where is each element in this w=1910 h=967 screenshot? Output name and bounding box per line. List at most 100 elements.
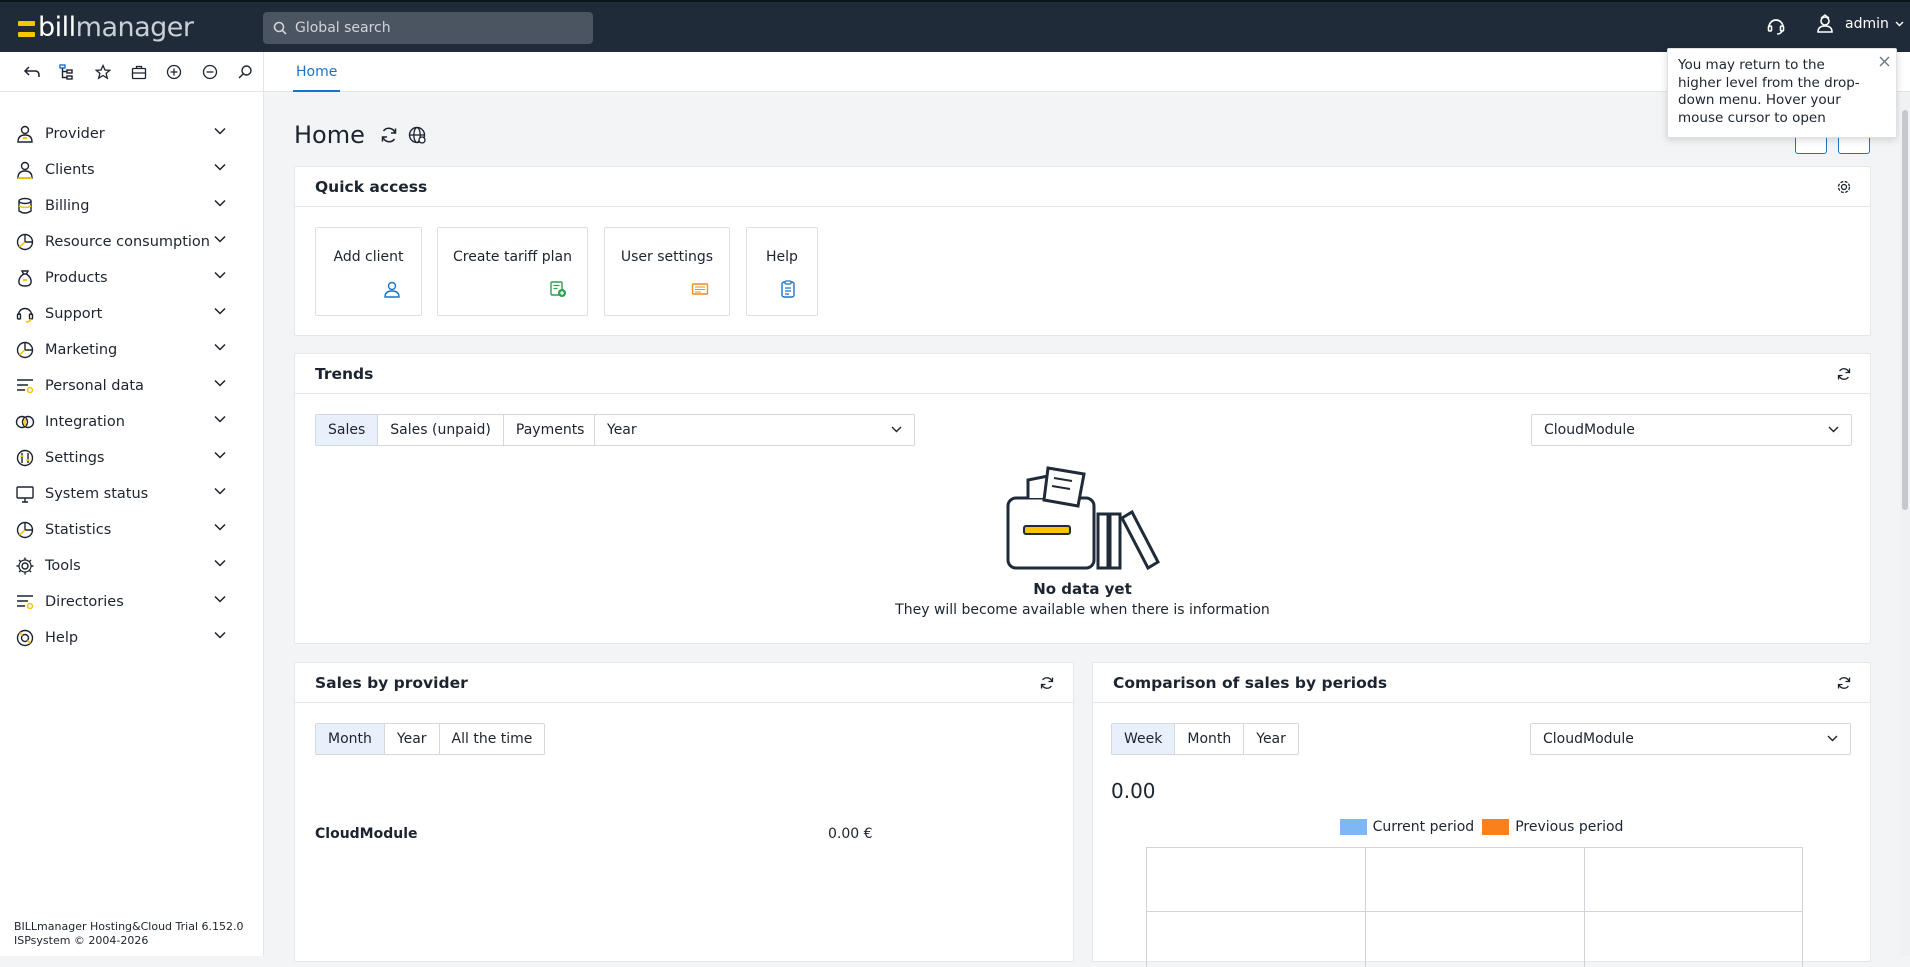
comparison-panel: Comparison of sales by periods Week Mont… bbox=[1092, 662, 1871, 967]
briefcase-icon bbox=[131, 65, 146, 79]
sidebar-item-statistics[interactable]: Statistics bbox=[0, 512, 264, 548]
sidebar-item-system-status[interactable]: System status bbox=[0, 476, 264, 512]
sidebar-item-directories[interactable]: Directories bbox=[0, 584, 264, 620]
sidebar-item-personal-data[interactable]: Personal data bbox=[0, 368, 264, 404]
back-button[interactable] bbox=[14, 57, 50, 87]
user-menu[interactable]: admin bbox=[1815, 14, 1904, 34]
sidebar-item-marketing[interactable]: Marketing bbox=[0, 332, 264, 368]
sidebar-item-label: Personal data bbox=[45, 378, 144, 394]
panel-header: Sales by provider bbox=[295, 663, 1073, 703]
segment-year[interactable]: Year bbox=[385, 724, 440, 754]
segment-month[interactable]: Month bbox=[1175, 724, 1245, 754]
sidebar-item-label: Resource consumption bbox=[45, 234, 210, 250]
sidebar-toolbar bbox=[0, 52, 264, 92]
sidebar-item-provider[interactable]: Provider bbox=[0, 116, 264, 152]
chevron-down-icon bbox=[214, 595, 226, 603]
tab-home[interactable]: Home bbox=[293, 52, 341, 92]
support-headset-icon[interactable] bbox=[1766, 16, 1786, 40]
page-scrollbar[interactable] bbox=[1900, 92, 1910, 956]
provider-icon bbox=[14, 123, 36, 145]
grid-line bbox=[1147, 911, 1802, 912]
close-icon[interactable] bbox=[1879, 55, 1890, 73]
period-select[interactable]: Year bbox=[594, 414, 915, 446]
legend-current-period[interactable]: Current period bbox=[1339, 819, 1474, 835]
sidebar-item-label: Settings bbox=[45, 450, 105, 466]
plus-circle-icon bbox=[166, 64, 182, 79]
sidebar-item-help[interactable]: Help bbox=[0, 620, 264, 656]
favorites-button[interactable] bbox=[85, 57, 121, 87]
legend-previous-period[interactable]: Previous period bbox=[1482, 819, 1623, 835]
trends-type-selector: Sales Sales (unpaid) Payments bbox=[315, 414, 598, 446]
module-select[interactable]: CloudModule bbox=[1531, 414, 1852, 446]
top-bar: billmanager admin bbox=[0, 0, 1910, 52]
global-search-input[interactable] bbox=[295, 20, 575, 36]
select-value: CloudModule bbox=[1544, 422, 1635, 438]
sidebar: Provider Clients Billing Resource consum… bbox=[0, 92, 264, 956]
quick-access-user-settings[interactable]: User settings bbox=[604, 227, 730, 316]
global-search[interactable] bbox=[263, 12, 593, 44]
help-doc-icon bbox=[779, 280, 797, 302]
sidebar-item-billing[interactable]: Billing bbox=[0, 188, 264, 224]
expand-all-button[interactable] bbox=[156, 57, 192, 87]
chevron-down-icon bbox=[214, 271, 226, 279]
legend-swatch bbox=[1339, 819, 1367, 835]
segment-sales[interactable]: Sales bbox=[316, 415, 379, 445]
sidebar-item-label: Statistics bbox=[45, 522, 112, 538]
sidebar-item-label: Support bbox=[45, 306, 103, 322]
quick-access-create-tariff-plan[interactable]: Create tariff plan bbox=[437, 227, 588, 316]
chevron-down-icon bbox=[1827, 735, 1838, 742]
search-icon bbox=[273, 21, 287, 35]
sidebar-item-support[interactable]: Support bbox=[0, 296, 264, 332]
menu-search-button[interactable] bbox=[227, 57, 263, 87]
sidebar-item-resource-consumption[interactable]: Resource consumption bbox=[0, 224, 264, 260]
refresh-icon[interactable] bbox=[1836, 675, 1852, 695]
quick-access-panel: Quick access Add client Create tariff pl… bbox=[294, 166, 1871, 336]
sliders-icon bbox=[14, 447, 36, 469]
globe-settings-icon[interactable] bbox=[407, 125, 427, 145]
sidebar-item-clients[interactable]: Clients bbox=[0, 152, 264, 188]
chevron-down-icon bbox=[214, 163, 226, 171]
chevron-down-icon bbox=[214, 631, 226, 639]
sidebar-item-settings[interactable]: Settings bbox=[0, 440, 264, 476]
sidebar-item-products[interactable]: Products bbox=[0, 260, 264, 296]
tree-view-button[interactable] bbox=[50, 57, 86, 87]
segment-payments[interactable]: Payments bbox=[504, 415, 597, 445]
star-icon bbox=[94, 63, 111, 80]
sidebar-item-label: Tools bbox=[45, 558, 81, 574]
segment-sales-unpaid[interactable]: Sales (unpaid) bbox=[378, 415, 504, 445]
app-logo[interactable]: billmanager bbox=[18, 12, 194, 43]
list-icon bbox=[14, 591, 36, 613]
empty-subtitle: They will become available when there is… bbox=[895, 602, 1270, 618]
quick-access-add-client[interactable]: Add client bbox=[315, 227, 422, 316]
scrollbar-thumb[interactable] bbox=[1902, 110, 1908, 510]
sidebar-item-tools[interactable]: Tools bbox=[0, 548, 264, 584]
refresh-icon[interactable] bbox=[1039, 675, 1055, 695]
sidebar-item-label: Clients bbox=[45, 162, 95, 178]
collapse-all-button[interactable] bbox=[192, 57, 228, 87]
quick-access-help[interactable]: Help bbox=[746, 227, 818, 316]
sidebar-footer: BILLmanager Hosting&Cloud Trial 6.152.0 … bbox=[14, 920, 244, 948]
tab-bar: Home bbox=[264, 52, 1910, 92]
refresh-icon[interactable] bbox=[379, 125, 399, 145]
sidebar-item-label: Marketing bbox=[45, 342, 118, 358]
cart-button[interactable] bbox=[121, 57, 157, 87]
segment-all-the-time[interactable]: All the time bbox=[440, 724, 545, 754]
segment-year[interactable]: Year bbox=[1244, 724, 1298, 754]
grid-line bbox=[1584, 848, 1585, 967]
refresh-icon[interactable] bbox=[1836, 366, 1852, 386]
sidebar-item-integration[interactable]: Integration bbox=[0, 404, 264, 440]
chevron-down-icon bbox=[1828, 426, 1839, 433]
segment-month[interactable]: Month bbox=[316, 724, 385, 754]
gear-icon[interactable] bbox=[1836, 179, 1852, 199]
chart-grid bbox=[1146, 847, 1803, 967]
provider-value: 0.00 € bbox=[828, 826, 873, 842]
sidebar-item-label: Provider bbox=[45, 126, 105, 142]
logo-mark-icon bbox=[18, 21, 35, 37]
period-selector: Month Year All the time bbox=[315, 723, 546, 755]
pie-chart-icon bbox=[14, 519, 36, 541]
rings-icon bbox=[14, 411, 36, 433]
panel-title: Quick access bbox=[315, 177, 428, 196]
legend-label: Previous period bbox=[1515, 819, 1624, 835]
module-select[interactable]: CloudModule bbox=[1530, 723, 1851, 755]
segment-week[interactable]: Week bbox=[1112, 724, 1176, 754]
